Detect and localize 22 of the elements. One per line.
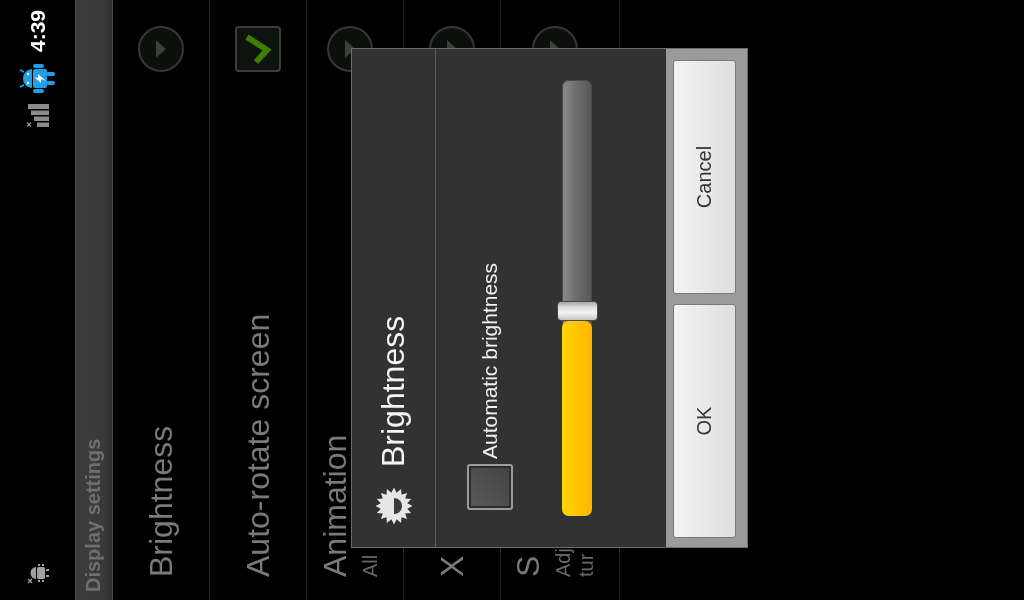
setting-title: Animation [318,434,351,577]
dialog-button[interactable]: OK [673,304,736,538]
settings-row[interactable]: Auto-rotate screen [210,0,307,600]
checkbox[interactable] [467,464,513,510]
setting-title: Auto-rotate screen [242,313,274,577]
slider-thumb[interactable] [557,301,598,322]
setting-title: Brightness [145,425,177,577]
signal-icon [26,104,49,128]
setting-summary: All [358,554,382,577]
checkbox[interactable] [235,26,281,72]
checkbox-label: Automatic brightness [478,262,502,459]
setting-title: X [436,555,468,577]
setting-summary: Adj tur [552,548,598,577]
robot-bolt-icon [19,63,56,95]
settings-row[interactable]: Brightness [113,0,210,600]
dialog-button[interactable]: Cancel [673,60,736,294]
robot-bug-icon [26,562,49,584]
setting-title: S [512,555,544,577]
dialog-title: Brightness [375,315,412,467]
sun-icon [374,487,413,525]
status-time: 4:39 [25,10,50,53]
triangle-circle-icon [138,26,184,72]
